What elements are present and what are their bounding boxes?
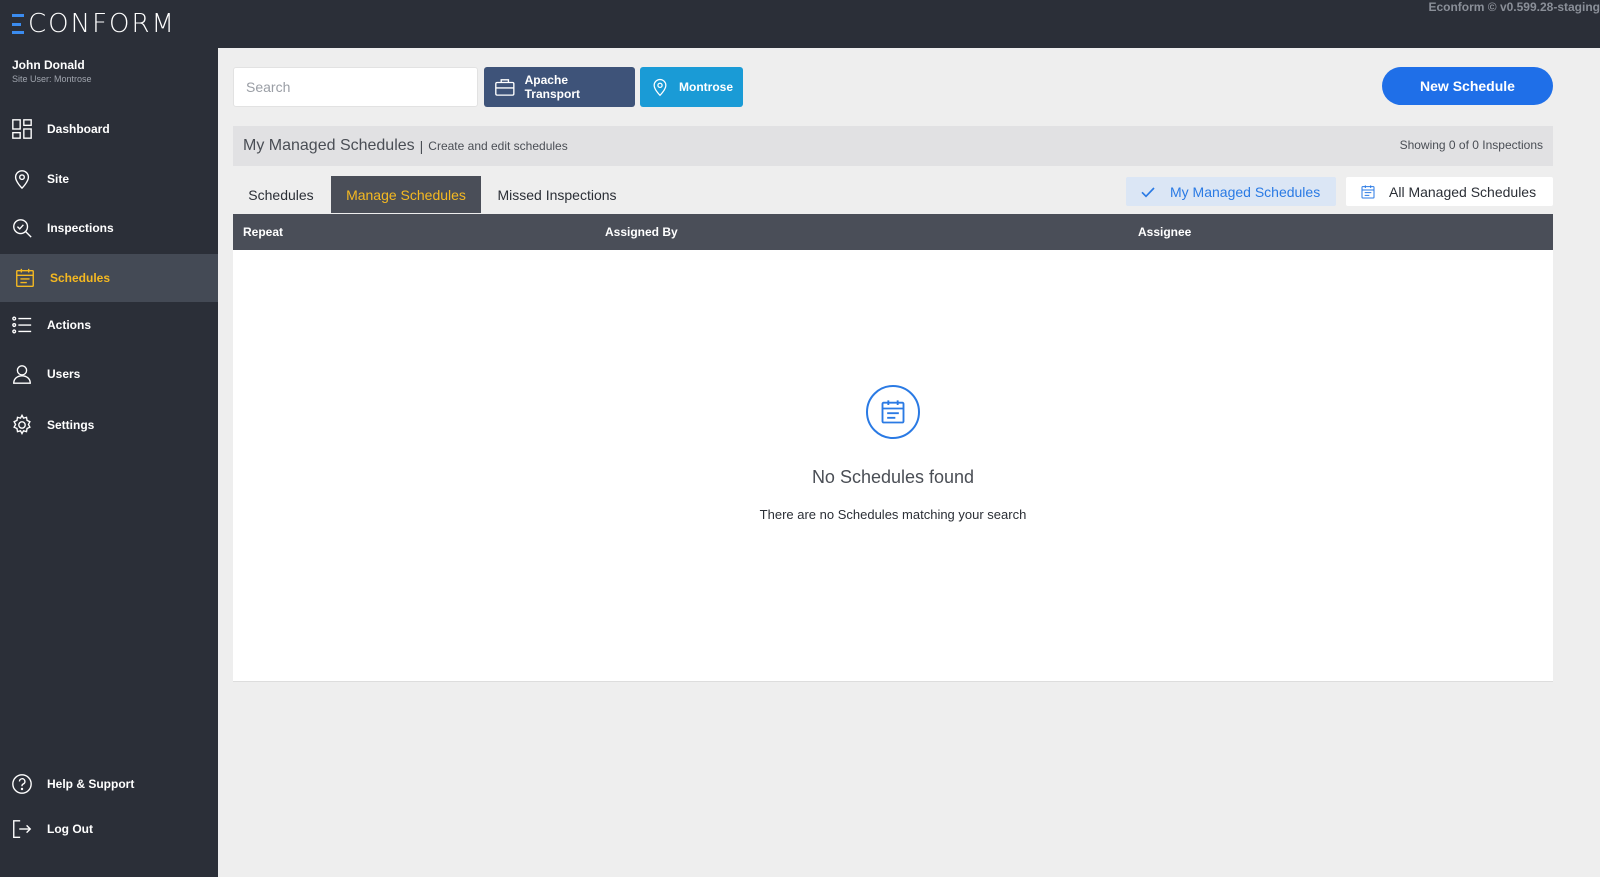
sidebar-item-site[interactable]: Site (0, 156, 218, 202)
new-schedule-button[interactable]: New Schedule (1382, 67, 1553, 105)
sidebar-item-label: Help & Support (47, 777, 135, 791)
filter-all-managed-schedules[interactable]: All Managed Schedules (1346, 177, 1553, 206)
sidebar-item-label: Users (47, 367, 81, 381)
table-body: No Schedules found There are no Schedule… (233, 250, 1553, 682)
location-pin-icon (14, 170, 30, 190)
user-icon (13, 365, 31, 384)
top-bar: CONFORM Econform © v0.599.28-staging (0, 0, 1600, 48)
results-count: Showing 0 of 0 Inspections (1399, 138, 1543, 152)
checkmark-icon (1141, 186, 1155, 198)
sidebar-item-label: Site (47, 172, 70, 186)
sidebar-item-label: Log Out (47, 822, 93, 836)
sidebar-item-inspections[interactable]: Inspections (0, 205, 218, 251)
sidebar-item-actions[interactable]: Actions (0, 302, 218, 348)
sidebar-item-log-out[interactable]: Log Out (0, 806, 218, 852)
sidebar-item-label: Inspections (47, 221, 114, 235)
site-label: Montrose (679, 80, 733, 94)
search-check-icon (13, 219, 32, 238)
gear-icon (13, 414, 31, 435)
briefcase-icon (495, 79, 515, 96)
column-header-assigned-by[interactable]: Assigned By (605, 225, 678, 239)
search-input[interactable] (233, 67, 478, 107)
logo-text: CONFORM (28, 9, 176, 39)
logo-mark-icon (12, 14, 24, 34)
user-info: John Donald Site User: Montrose (12, 58, 92, 84)
page-subtitle: Create and edit schedules (428, 139, 568, 153)
sidebar-item-label: Schedules (50, 271, 111, 285)
sidebar-item-help-support[interactable]: Help & Support (0, 761, 218, 807)
sidebar-item-dashboard[interactable]: Dashboard (0, 106, 218, 152)
company-label: Apache Transport (524, 73, 580, 101)
column-header-repeat[interactable]: Repeat (243, 225, 283, 239)
empty-state-title: No Schedules found (811, 467, 975, 487)
column-header-assignee[interactable]: Assignee (1138, 225, 1191, 239)
page-title: My Managed Schedules (243, 137, 415, 154)
filter-my-label: My Managed Schedules (1170, 183, 1321, 200)
site-selector-button[interactable]: Montrose (640, 67, 743, 107)
calendar-icon (1361, 184, 1375, 198)
sidebar: John Donald Site User: Montrose Dashboar… (0, 48, 218, 877)
tab-missed-inspections[interactable]: Missed Inspections (483, 176, 631, 213)
empty-state-calendar-icon (866, 385, 920, 439)
sidebar-item-label: Actions (47, 318, 92, 332)
dashboard-icon (12, 119, 32, 139)
empty-state-description: There are no Schedules matching your sea… (759, 507, 1027, 522)
sidebar-item-settings[interactable]: Settings (0, 402, 218, 448)
filter-my-managed-schedules[interactable]: My Managed Schedules (1126, 177, 1336, 206)
logout-icon (13, 820, 32, 838)
location-pin-icon (653, 78, 667, 97)
sidebar-item-label: Settings (47, 418, 95, 432)
help-icon (12, 774, 32, 794)
tab-manage-schedules[interactable]: Manage Schedules (331, 176, 481, 213)
sidebar-item-schedules[interactable]: Schedules (0, 254, 218, 302)
filter-all-label: All Managed Schedules (1389, 183, 1537, 200)
sidebar-item-users[interactable]: Users (0, 351, 218, 397)
title-separator: | (419, 138, 424, 154)
sidebar-item-label: Dashboard (47, 122, 110, 136)
user-name: John Donald (12, 58, 85, 72)
company-selector-button[interactable]: Apache Transport (484, 67, 635, 107)
version-label: Econform © v0.599.28-staging (1428, 0, 1600, 14)
page-header: My Managed Schedules | Create and edit s… (233, 126, 1553, 166)
user-role: Site User: Montrose (12, 74, 92, 84)
table-header: Repeat Assigned By Assignee (233, 214, 1553, 250)
tab-schedules[interactable]: Schedules (233, 176, 329, 213)
list-icon (12, 316, 32, 334)
app-logo[interactable]: CONFORM (12, 9, 176, 39)
calendar-icon (16, 268, 34, 287)
